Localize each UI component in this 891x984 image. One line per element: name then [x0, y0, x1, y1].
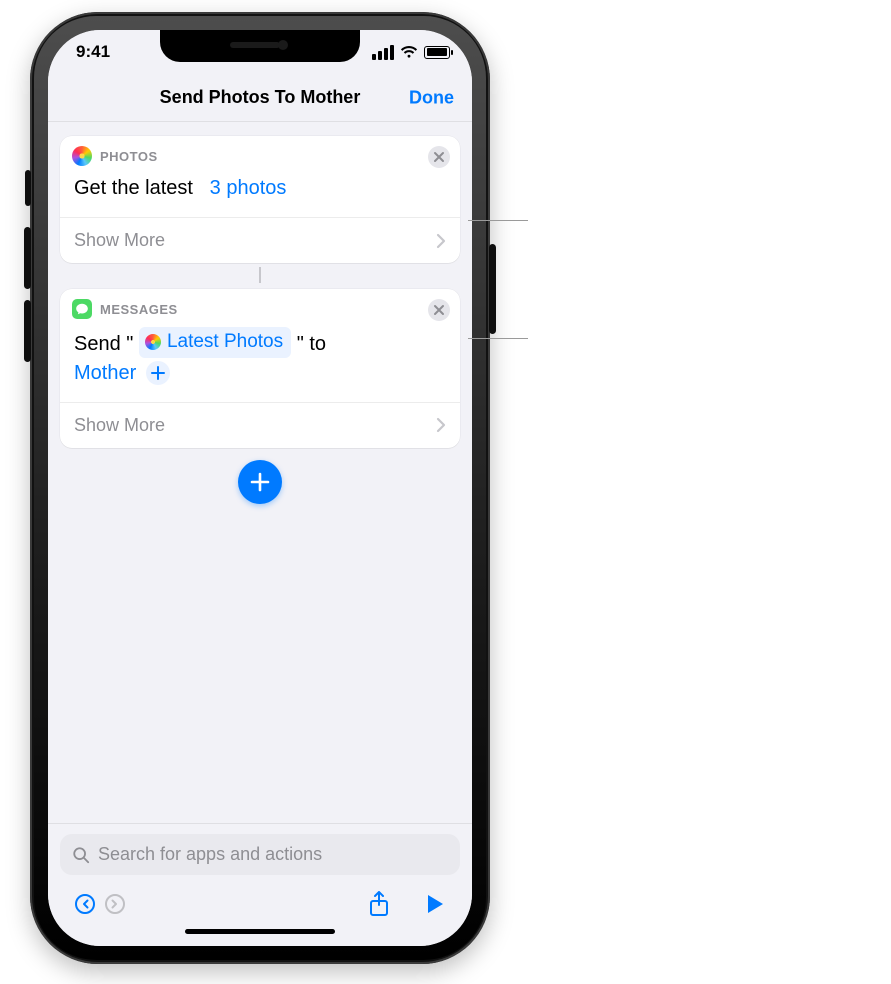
photos-app-icon	[72, 146, 92, 166]
action-parameter-count[interactable]: 3 photos	[210, 177, 287, 199]
done-button[interactable]: Done	[409, 87, 454, 108]
show-more-row[interactable]: Show More	[60, 402, 460, 448]
callout-line	[468, 220, 528, 221]
phone-frame: 9:41 Send Photos To Mother Done	[30, 12, 490, 964]
remove-action-button[interactable]	[428, 299, 450, 321]
navigation-bar: Send Photos To Mother Done	[48, 74, 472, 122]
variable-token-latest-photos[interactable]: Latest Photos	[139, 327, 291, 358]
screen: 9:41 Send Photos To Mother Done	[48, 30, 472, 946]
photos-app-icon	[145, 334, 161, 350]
volume-down-button	[24, 300, 31, 362]
callout-line	[468, 338, 528, 339]
share-button[interactable]	[364, 889, 394, 919]
action-search-input[interactable]: Search for apps and actions	[60, 834, 460, 875]
share-icon	[368, 891, 390, 917]
page-title: Send Photos To Mother	[160, 87, 361, 108]
action-text: Get the latest	[74, 177, 193, 199]
variable-token-label: Latest Photos	[167, 328, 283, 356]
search-icon	[72, 846, 90, 864]
show-more-label: Show More	[74, 230, 165, 251]
action-connector	[259, 267, 261, 283]
shortcut-editor: PHOTOS Get the latest 3 photos Show More	[48, 122, 472, 846]
add-action-button[interactable]	[238, 460, 282, 504]
home-indicator	[185, 929, 335, 934]
action-card-messages[interactable]: MESSAGES Send " Latest Photos " to Mothe…	[60, 289, 460, 448]
action-app-label: PHOTOS	[100, 149, 158, 164]
battery-icon	[424, 46, 450, 59]
chevron-right-icon	[436, 417, 446, 433]
status-indicators	[372, 45, 450, 60]
undo-button[interactable]	[70, 889, 100, 919]
search-placeholder: Search for apps and actions	[98, 844, 322, 865]
remove-action-button[interactable]	[428, 146, 450, 168]
run-button[interactable]	[420, 889, 450, 919]
cellular-signal-icon	[372, 45, 394, 60]
mute-switch	[25, 170, 31, 206]
action-card-photos[interactable]: PHOTOS Get the latest 3 photos Show More	[60, 136, 460, 263]
plus-icon	[151, 366, 165, 380]
show-more-label: Show More	[74, 415, 165, 436]
play-icon	[425, 893, 445, 915]
undo-icon	[73, 892, 97, 916]
editor-toolbar	[60, 875, 460, 921]
add-recipient-button[interactable]	[146, 361, 170, 385]
close-icon	[433, 304, 445, 316]
chevron-right-icon	[436, 233, 446, 249]
action-app-label: MESSAGES	[100, 302, 178, 317]
volume-up-button	[24, 227, 31, 289]
plus-icon	[249, 471, 271, 493]
redo-button	[100, 889, 130, 919]
bottom-panel: Search for apps and actions	[48, 823, 472, 946]
wifi-icon	[400, 45, 418, 59]
action-text: " to	[297, 333, 326, 355]
status-time: 9:41	[76, 42, 110, 62]
redo-icon	[103, 892, 127, 916]
notch	[160, 30, 360, 62]
show-more-row[interactable]: Show More	[60, 217, 460, 263]
recipient-parameter[interactable]: Mother	[74, 362, 136, 384]
close-icon	[433, 151, 445, 163]
messages-app-icon	[72, 299, 92, 319]
action-text: Send "	[74, 333, 133, 355]
power-button	[489, 244, 496, 334]
